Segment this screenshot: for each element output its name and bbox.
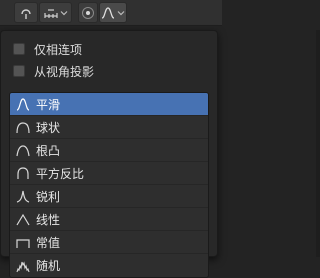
linear-falloff-icon (16, 213, 30, 226)
falloff-item-smooth[interactable]: 平滑 (10, 93, 208, 116)
falloff-item-label: 线性 (36, 212, 61, 227)
header-toolbar (0, 0, 222, 26)
sharp-falloff-icon (16, 190, 30, 203)
random-falloff-icon (16, 260, 30, 272)
falloff-item-linear[interactable]: 线性 (10, 208, 208, 231)
falloff-item-root[interactable]: 根凸 (10, 139, 208, 162)
root-falloff-icon (16, 145, 30, 157)
falloff-popup-panel: 仅相连项 从视角投影 平滑 球状 根凸 平方反比 锐利 线性 常值 随机 (0, 30, 218, 278)
smooth-falloff-icon (16, 98, 30, 111)
falloff-type-dropdown[interactable] (99, 2, 127, 23)
falloff-item-label: 锐利 (36, 189, 61, 204)
chevron-down-icon (117, 10, 125, 15)
scrollbar-track (316, 30, 320, 257)
connected-only-label: 仅相连项 (34, 42, 83, 57)
mirror-axes-icon (43, 8, 58, 18)
falloff-type-list: 平滑 球状 根凸 平方反比 锐利 线性 常值 随机 (9, 92, 209, 278)
connected-only-checkbox[interactable] (13, 43, 25, 55)
falloff-curve-icon (101, 6, 115, 19)
falloff-item-sphere[interactable]: 球状 (10, 116, 208, 139)
sphere-falloff-icon (16, 122, 30, 134)
projected-from-view-option[interactable]: 从视角投影 (13, 63, 94, 79)
falloff-item-random[interactable]: 随机 (10, 254, 208, 277)
snap-falloff-icon (21, 8, 31, 19)
proportional-edit-icon (82, 6, 94, 19)
projected-from-view-label: 从视角投影 (34, 64, 95, 79)
mirror-axes-dropdown[interactable] (39, 2, 72, 23)
chevron-down-icon (60, 10, 67, 15)
inverse-square-falloff-icon (17, 167, 29, 179)
falloff-item-label: 根凸 (36, 143, 61, 158)
falloff-item-constant[interactable]: 常值 (10, 231, 208, 254)
falloff-item-sharp[interactable]: 锐利 (10, 185, 208, 208)
proportional-edit-toggle[interactable] (78, 2, 98, 23)
falloff-item-label: 平滑 (36, 97, 61, 112)
falloff-item-label: 常值 (36, 235, 61, 250)
snap-falloff-button[interactable] (14, 2, 38, 23)
connected-only-option[interactable]: 仅相连项 (13, 41, 82, 57)
constant-falloff-icon (16, 239, 30, 248)
falloff-item-label: 球状 (36, 120, 61, 135)
falloff-item-label: 随机 (36, 259, 61, 273)
projected-from-view-checkbox[interactable] (13, 65, 25, 77)
falloff-item-label: 平方反比 (36, 166, 85, 181)
falloff-item-inverse-square[interactable]: 平方反比 (10, 162, 208, 185)
